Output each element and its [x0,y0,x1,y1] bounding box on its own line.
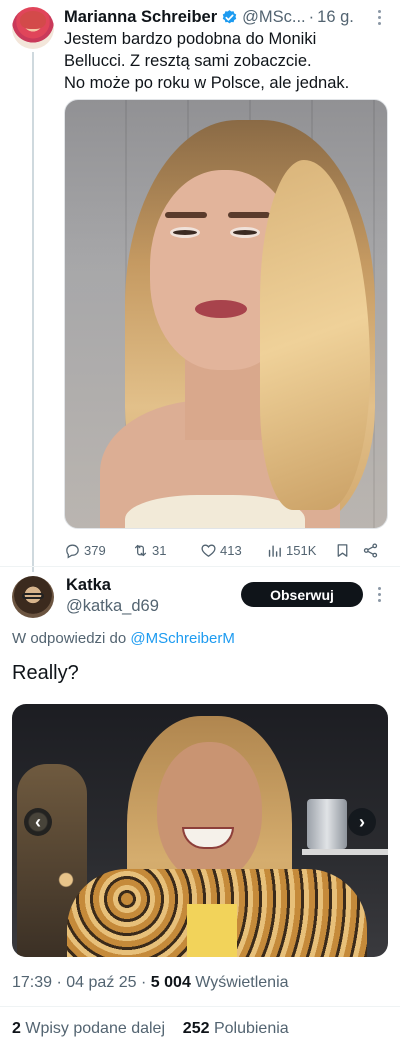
heart-icon [201,544,216,557]
author-handle[interactable]: @katka_d69 [66,597,159,616]
reply-prefix: W odpowiedzi do [12,630,127,647]
chevron-right-icon[interactable]: › [348,808,376,836]
avatar[interactable] [12,576,54,618]
bookmark-button[interactable] [334,540,351,560]
reply-count: 379 [84,542,106,558]
reply-context: W odpowiedzi do @MSchreiberM [12,630,235,647]
repost-button[interactable]: 31 [132,540,166,560]
more-options-icon[interactable] [372,585,386,603]
reply-mention-link[interactable]: @MSchreiberM [130,630,234,647]
views-count: 5 004 [150,974,191,991]
reposts-stat[interactable]: 2 Wpisy podane dalej [12,1020,169,1037]
tweet-text-line: Bellucci. Z resztą sami zobaczcie. [64,52,312,70]
reposts-label: Wpisy podane dalej [25,1020,165,1037]
post-meta: 17:39 · 04 paź 25 · 5 004 Wyświetlenia [12,974,289,992]
author-handle[interactable]: @MSc... [242,8,306,27]
bookmark-icon [337,543,348,557]
divider [0,1006,400,1007]
tweet-text: Really? [12,662,79,684]
likes-count: 252 [182,1020,210,1037]
author-name[interactable]: Marianna Schreiber [64,8,217,27]
post-date[interactable]: 04 paź 25 [66,974,136,991]
repost-count: 31 [152,542,167,558]
views-count: 151K [286,542,317,558]
like-button[interactable]: 413 [200,540,242,560]
verified-badge-icon [222,9,237,23]
tweet-photo[interactable]: ‹ › [12,704,388,957]
views-button[interactable]: 151K [266,540,316,560]
follow-button[interactable]: Obserwuj [241,582,363,607]
tweet-text-line: No może po roku w Polsce, ale jednak. [64,74,350,92]
action-bar: 379 31 413 151K [64,540,384,560]
tweet-original[interactable]: Marianna Schreiber @MSc... · 16 g. Jeste… [0,0,400,572]
reply-button[interactable]: 379 [64,540,106,560]
views-chart-icon [268,545,281,557]
separator-dot: · [141,974,151,991]
tweet-text-line: Jestem bardzo podobna do Moniki [64,30,317,48]
reply-icon [66,544,79,558]
share-icon [363,542,378,558]
separator-dot: · [56,974,67,991]
post-time[interactable]: 17:39 [12,974,52,991]
views-label: Wyświetlenia [195,974,289,991]
chevron-left-icon[interactable]: ‹ [24,808,52,836]
likes-stat[interactable]: 252 Polubienia [183,1020,289,1037]
avatar[interactable] [12,7,54,49]
post-time[interactable]: 16 g. [317,8,354,27]
likes-label: Polubienia [213,1020,289,1037]
thread-line [32,52,34,572]
reposts-count: 2 [12,1020,21,1037]
tweet-header: Marianna Schreiber @MSc... · 16 g. [64,6,388,28]
author-name[interactable]: Katka [66,576,111,595]
share-button[interactable] [362,540,379,560]
repost-icon [134,544,147,556]
more-options-icon[interactable] [372,8,386,26]
engagement-stats: 2 Wpisy podane dalej 252 Polubienia [12,1020,289,1038]
divider [0,566,400,567]
tweet-text: Jestem bardzo podobna do Moniki Bellucci… [64,28,384,94]
separator-dot: · [308,7,315,26]
like-count: 413 [220,542,242,558]
tweet-photo[interactable] [64,99,388,529]
